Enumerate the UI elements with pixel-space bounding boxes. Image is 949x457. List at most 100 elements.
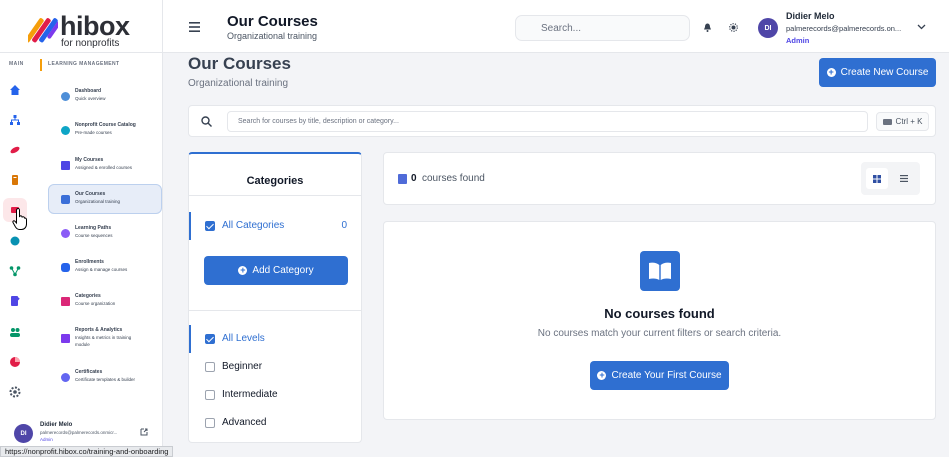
sidebar-item-certificates[interactable]: Certificates Certificate templates & bui… — [49, 363, 162, 393]
sidebar-item-subtitle: Assign & manage courses — [75, 267, 128, 272]
sidebar-user[interactable]: DI Didier Melo palmerecords@palmerecords… — [0, 412, 163, 446]
rail-structure[interactable] — [3, 108, 27, 132]
logo[interactable]: hibox for nonprofits — [28, 11, 138, 49]
category-all[interactable]: All Categories 0 — [189, 212, 361, 240]
menu-icon[interactable] — [189, 22, 200, 32]
sidebar-item-categories[interactable]: Categories Course organization — [49, 287, 162, 317]
bell-icon[interactable] — [703, 23, 712, 32]
sidebar-user-role: Admin — [40, 437, 53, 442]
level-label: All Levels — [222, 333, 265, 344]
circle-icon — [10, 236, 20, 246]
brand-tagline: for nonprofits — [61, 38, 120, 49]
level-beginner[interactable]: Beginner — [189, 353, 361, 381]
rail-reports[interactable] — [3, 350, 27, 374]
create-new-course-button[interactable]: + Create New Course — [819, 58, 936, 87]
level-label: Intermediate — [222, 389, 278, 400]
level-all[interactable]: All Levels — [189, 325, 361, 353]
sidebar-item-title: Nonprofit Course Catalog — [75, 122, 136, 128]
sun-icon[interactable] — [729, 23, 738, 32]
user-email: palmerecords@palmerecords.on... — [786, 24, 902, 33]
global-search-input[interactable]: Search... — [515, 15, 690, 41]
results-count: 0 — [411, 173, 417, 184]
rail-documents[interactable] — [3, 289, 27, 313]
avatar[interactable]: DI — [758, 18, 778, 38]
route-icon — [61, 229, 70, 238]
rail-library[interactable] — [3, 168, 27, 192]
level-intermediate[interactable]: Intermediate — [189, 381, 361, 409]
user-role: Admin — [786, 36, 810, 45]
search-icon — [201, 116, 212, 127]
sidebar-item-our-courses[interactable]: Our Courses Organizational training — [48, 184, 162, 214]
create-first-course-button[interactable]: + Create Your First Course — [590, 361, 729, 390]
graduation-cap-icon — [61, 195, 70, 204]
shortcut-label: Ctrl + K — [895, 117, 923, 126]
dashboard-icon — [61, 92, 70, 101]
pie-chart-icon — [10, 357, 20, 367]
users-icon — [61, 263, 70, 272]
sidebar-item-title: Dashboard — [75, 88, 102, 94]
checkbox[interactable] — [205, 362, 215, 372]
rail-home[interactable] — [3, 78, 27, 102]
button-label: Create Your First Course — [611, 370, 722, 381]
plus-circle-icon: + — [238, 265, 248, 275]
sidebar-item-title: Categories — [75, 293, 101, 299]
hibox-logo-icon — [28, 18, 58, 43]
book-open-glyph — [649, 262, 671, 280]
keyboard-icon — [882, 118, 892, 125]
sidebar-item-reports[interactable]: Reports & Analytics Insights & metrics i… — [49, 321, 162, 357]
empty-title: No courses found — [604, 306, 715, 321]
sidebar-item-subtitle: Organizational training — [75, 199, 121, 204]
search-placeholder: Search... — [541, 23, 582, 34]
button-label: Create New Course — [840, 67, 929, 78]
sidebar-item-my-courses[interactable]: My Courses Assigned & enrolled courses — [49, 151, 162, 181]
results-summary: 0 courses found — [383, 152, 936, 205]
sitemap-icon — [10, 115, 20, 125]
grid-view-button[interactable] — [866, 168, 888, 189]
sidebar-item-title: Our Courses — [75, 191, 106, 197]
list-view-button[interactable] — [893, 168, 915, 189]
rail-users[interactable] — [3, 320, 27, 344]
sidebar-item-dashboard[interactable]: Dashboard Quick overview — [49, 82, 162, 112]
sidebar-item-subtitle: Course sequences — [75, 233, 113, 238]
sidebar-item-subtitle: Assigned & enrolled courses — [75, 165, 133, 170]
course-search-bar: Search for courses by title, description… — [188, 105, 936, 137]
book-open-icon — [640, 251, 680, 291]
checkbox[interactable] — [205, 390, 215, 400]
course-search-input[interactable]: Search for courses by title, description… — [227, 111, 868, 132]
sidebar-user-name: Didier Melo — [40, 422, 73, 428]
network-icon — [9, 266, 21, 277]
level-advanced[interactable]: Advanced — [189, 409, 361, 437]
home-icon — [10, 85, 20, 95]
rocket-icon — [10, 146, 20, 154]
checkbox[interactable] — [205, 221, 215, 231]
rail-launch[interactable] — [3, 138, 27, 162]
chevron-down-icon[interactable] — [917, 24, 926, 30]
checkbox[interactable] — [205, 334, 215, 344]
level-label: Advanced — [222, 417, 267, 428]
brand-name: hibox — [60, 11, 130, 41]
add-category-button[interactable]: + Add Category — [204, 256, 348, 285]
sidebar-item-course-catalog[interactable]: Nonprofit Course Catalog Pre-made course… — [49, 116, 162, 146]
keyboard-shortcut: Ctrl + K — [876, 112, 929, 131]
external-link-icon[interactable] — [140, 428, 148, 436]
sidebar-item-enrollments[interactable]: Enrollments Assign & manage courses — [49, 253, 162, 283]
rail-settings[interactable] — [3, 380, 27, 404]
plus-circle-icon: + — [826, 67, 836, 77]
list-icon — [900, 175, 908, 182]
sidebar-item-subtitle: Quick overview — [75, 96, 106, 101]
icon-rail: MAIN — [0, 53, 36, 443]
sidebar-item-subtitle: Insights & metrics in training — [75, 335, 132, 340]
category-label: All Categories — [222, 220, 285, 231]
categories-panel: Categories All Categories 0 + Add Catego… — [188, 152, 362, 443]
results-label: courses found — [422, 173, 485, 184]
rail-network[interactable] — [3, 259, 27, 283]
menu-heading-accent — [40, 59, 42, 71]
sidebar-user-email: palmerecords@palmerecords.onmicr... — [40, 430, 118, 435]
gear-icon — [9, 386, 21, 398]
checkbox[interactable] — [205, 418, 215, 428]
sidebar-item-learning-paths[interactable]: Learning Paths Course sequences — [49, 219, 162, 249]
sidebar-item-title: Certificates — [75, 369, 103, 375]
view-toggle — [861, 162, 920, 195]
book-icon — [12, 175, 18, 185]
rail-paths[interactable] — [3, 229, 27, 253]
